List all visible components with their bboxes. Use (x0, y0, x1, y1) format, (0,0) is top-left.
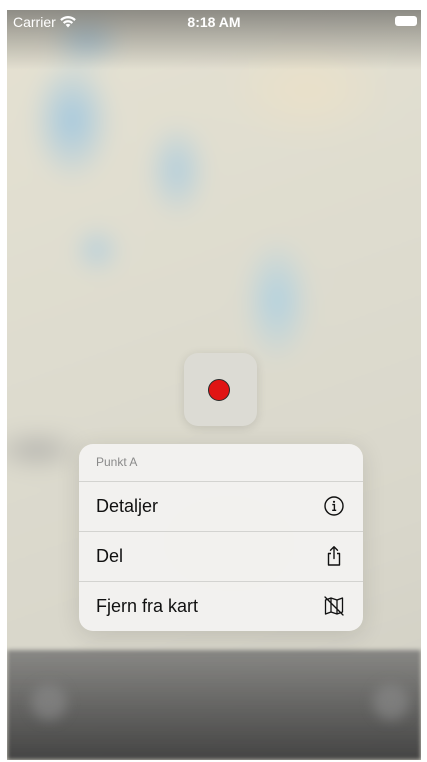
blurred-bottom-bar (7, 650, 421, 760)
context-menu: Punkt A Detaljer Del Fjern fra kart (79, 444, 363, 631)
menu-item-details[interactable]: Detaljer (79, 482, 363, 532)
map-pin-preview (184, 353, 257, 426)
battery-icon (395, 16, 417, 26)
map-remove-icon (324, 596, 344, 616)
menu-item-share[interactable]: Del (79, 532, 363, 582)
app-screen: Carrier 8:18 AM Punkt A Detaljer Del Fje… (7, 10, 421, 760)
info-icon (324, 496, 344, 516)
share-icon (327, 546, 341, 566)
menu-item-remove-from-map[interactable]: Fjern fra kart (79, 582, 363, 631)
menu-item-label: Del (96, 546, 124, 566)
context-menu-title: Punkt A (79, 444, 363, 482)
menu-item-label: Detaljer (96, 496, 159, 516)
status-time: 8:18 AM (187, 14, 241, 30)
red-pin-icon (208, 379, 230, 401)
status-bar: Carrier 8:18 AM (7, 10, 421, 36)
menu-item-label: Fjern fra kart (96, 596, 199, 616)
